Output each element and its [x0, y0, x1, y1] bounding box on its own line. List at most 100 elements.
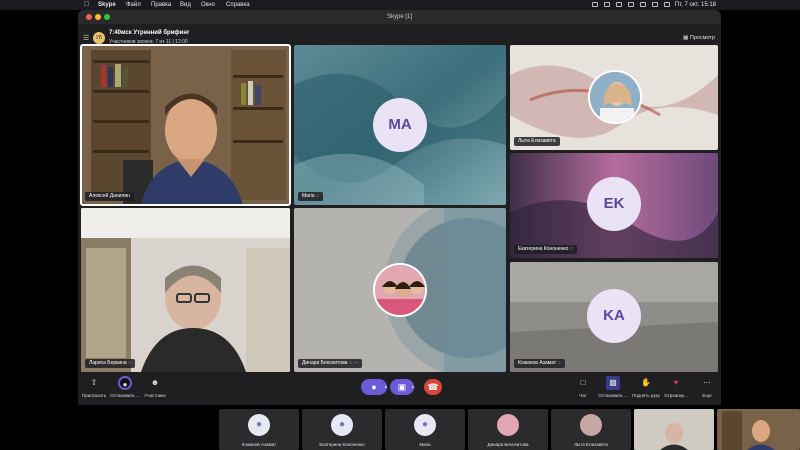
- avatar-initials: KA: [587, 289, 641, 343]
- more-options-icon[interactable]: ⋯: [353, 360, 358, 366]
- camera-icon: ●: [118, 376, 132, 390]
- video-tile-lyta[interactable]: Лыта Елизавета: [510, 45, 718, 150]
- participant-name: Екатерина Кононенко ◌: [514, 245, 577, 254]
- call-toolbar: ⇧ Пригласить ● Остановить ... ☻ Участник…: [78, 373, 721, 405]
- status-icon[interactable]: [616, 1, 623, 7]
- menu-help[interactable]: Справка: [226, 0, 250, 10]
- video-tile-dinara[interactable]: Динара Бексеитова ◌ ⋯: [294, 208, 506, 372]
- chevron-up-icon: ▴: [411, 384, 415, 390]
- status-icon[interactable]: [628, 1, 635, 7]
- menu-window[interactable]: Окно: [201, 0, 215, 10]
- chat-icon: □: [580, 378, 586, 387]
- raise-hand-button[interactable]: ✋ Поднять руку: [629, 376, 663, 398]
- avatar-photo: [373, 263, 427, 317]
- muted-mic-icon: ◌: [315, 193, 319, 199]
- menu-file[interactable]: Файл: [126, 0, 141, 10]
- avatar-initials: EK: [587, 177, 641, 231]
- participant-name-text: Maria: [302, 193, 315, 199]
- participants-button[interactable]: ☻ Участники: [142, 376, 168, 398]
- clock[interactable]: Пт, 7 окт. 15:18: [675, 2, 716, 8]
- raise-hand-label: Поднять руку: [632, 393, 660, 398]
- video-camera-icon: ▣: [397, 382, 407, 392]
- thumbnail-maria[interactable]: ● Maria: [385, 409, 465, 450]
- person-icon: ●: [414, 414, 436, 436]
- heart-icon: ♥: [673, 378, 679, 387]
- invite-button[interactable]: ⇧ Пригласить: [81, 376, 107, 398]
- thumbnail-name: Кожанов Азамат: [241, 442, 277, 447]
- wifi-icon[interactable]: [640, 1, 647, 7]
- battery-icon[interactable]: [652, 1, 659, 7]
- chat-label: Чат: [579, 393, 587, 398]
- more-button[interactable]: ⋯ Еще: [697, 376, 717, 398]
- participant-name: Лыта Елизавета: [514, 137, 560, 146]
- thumbnail-name: Динара Бексеитова: [487, 442, 529, 447]
- participant-name-text: Кожанов Азамат: [518, 360, 557, 366]
- share-icon: ⇧: [90, 378, 98, 387]
- menu-view[interactable]: Вид: [180, 0, 191, 10]
- participant-name: Кожанов Азамат ◌: [514, 359, 565, 368]
- call-avatar[interactable]: УБ: [93, 32, 105, 44]
- participant-name-text: Динара Бексеитова: [302, 360, 348, 366]
- participant-name-text: Екатерина Кононенко: [518, 246, 569, 252]
- menu-status-area: Пт, 7 окт. 15:18: [589, 0, 716, 10]
- muted-mic-icon: ◌: [348, 360, 352, 366]
- invite-label: Пригласить: [81, 393, 107, 398]
- stop-sharing-label: Остановить ...: [598, 393, 628, 398]
- muted-mic-icon: ◌: [557, 360, 561, 366]
- thumbnail-name: Екатерина Кононенко: [319, 442, 365, 447]
- apple-icon[interactable]: : [84, 0, 89, 10]
- thumbnail-ekaterina[interactable]: ● Екатерина Кононенко: [302, 409, 382, 450]
- video-frame: [717, 409, 800, 450]
- react-label: Отреагир...: [664, 393, 688, 398]
- menu-icon[interactable]: ☰: [83, 35, 90, 42]
- grid-icon: ▦: [683, 35, 689, 41]
- view-button[interactable]: ▦ Просмотр: [683, 35, 715, 41]
- hang-up-icon: ☎: [427, 382, 439, 392]
- stop-video-button[interactable]: ● Остановить ...: [108, 376, 142, 398]
- video-options-chevron[interactable]: ▴: [408, 379, 418, 395]
- hand-icon: ✋: [641, 378, 651, 387]
- participant-name-text: Лариса Беркина: [89, 360, 127, 366]
- thumbnail-dinara[interactable]: Динара Бексеитова: [468, 409, 548, 450]
- avatar-photo: [497, 414, 519, 436]
- person-icon: ●: [331, 414, 353, 436]
- video-frame-aleksey: [81, 45, 290, 205]
- video-tile-aleksey[interactable]: Алексей Данилин: [80, 44, 291, 206]
- thumbnail-lyta[interactable]: Лыта Елизавета: [551, 409, 631, 450]
- thumbnail-video-larisa[interactable]: [634, 409, 714, 450]
- call-title[interactable]: 7:40мск Утренний брифинг: [109, 30, 189, 36]
- stop-sharing-button[interactable]: ▩ Остановить ...: [595, 376, 631, 398]
- screen-share-icon: ▩: [606, 376, 620, 390]
- window-title: Skype [1]: [386, 14, 412, 20]
- chat-button[interactable]: □ Чат: [573, 376, 593, 398]
- video-tile-ekaterina[interactable]: EK Екатерина Кононенко ◌: [510, 153, 718, 258]
- status-icon[interactable]: [604, 1, 611, 7]
- thumbnail-video-aleksey[interactable]: [717, 409, 800, 450]
- react-button[interactable]: ♥ Отреагир...: [661, 376, 691, 398]
- thumbnail-name: Лыта Елизавета: [574, 442, 608, 447]
- end-call-button[interactable]: ☎: [424, 379, 442, 395]
- video-tile-kozhanov[interactable]: KA Кожанов Азамат ◌: [510, 262, 718, 372]
- participant-name: Динара Бексеитова ◌ ⋯: [298, 359, 363, 368]
- avatar-photo: [580, 414, 602, 436]
- macos-menu-bar:  Skype Файл Правка Вид Окно Справка Пт,…: [0, 0, 800, 10]
- participants-icon: ☻: [150, 378, 160, 387]
- participant-name: Maria ◌: [298, 192, 323, 201]
- menu-edit[interactable]: Правка: [151, 0, 171, 10]
- thumbnail-name: Maria: [419, 442, 431, 447]
- person-icon: ●: [248, 414, 270, 436]
- status-icon[interactable]: [592, 1, 599, 7]
- thumbnail-kozhanov[interactable]: ● Кожанов Азамат: [219, 409, 299, 450]
- microphone-icon: ●: [371, 382, 377, 392]
- video-tile-larisa[interactable]: Лариса Беркина ◌: [81, 208, 290, 372]
- participant-name: Алексей Данилин: [85, 192, 134, 201]
- participant-name: Лариса Беркина ◌: [85, 359, 136, 368]
- avatar-photo: [588, 70, 642, 124]
- title-bar: Skype [1]: [78, 10, 721, 24]
- more-label: Еще: [702, 393, 712, 398]
- avatar-initials: MA: [373, 98, 427, 152]
- search-icon[interactable]: [664, 1, 671, 7]
- menu-app-name[interactable]: Skype: [98, 0, 116, 10]
- skype-window: Skype [1] ☰ УБ 7:40мск Утренний брифинг …: [78, 10, 721, 405]
- video-tile-maria[interactable]: MA Maria ◌: [294, 45, 506, 205]
